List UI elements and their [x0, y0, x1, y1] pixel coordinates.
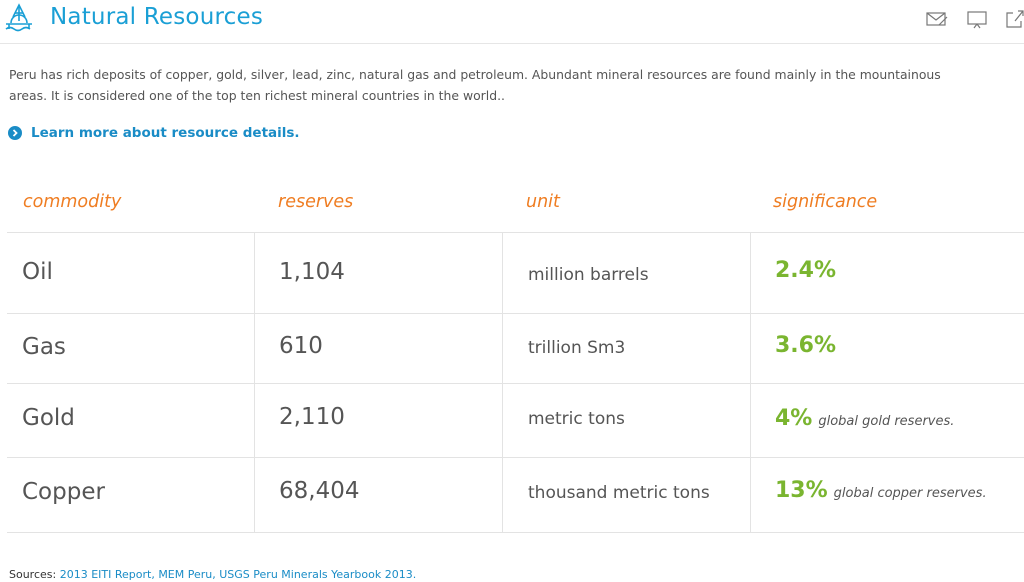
commodity-cell: Gas — [22, 334, 66, 360]
sources-link[interactable]: 2013 EITI Report, MEM Peru, USGS Peru Mi… — [60, 568, 417, 581]
significance-percent: 13% — [775, 478, 828, 503]
row-divider — [7, 383, 1024, 384]
column-header-significance: significance — [773, 192, 878, 212]
commodity-cell: Oil — [22, 259, 53, 285]
intro-paragraph: Peru has rich deposits of copper, gold, … — [9, 67, 941, 103]
significance-cell: 2.4% — [775, 258, 842, 283]
unit-cell: trillion Sm3 — [528, 338, 626, 358]
column-header-unit: unit — [526, 192, 560, 212]
significance-percent: 2.4% — [775, 258, 837, 283]
reserves-cell: 68,404 — [279, 478, 360, 504]
significance-note: global gold reserves. — [818, 414, 955, 429]
commodity-cell: Gold — [22, 405, 75, 431]
page-title: Natural Resources — [50, 4, 264, 30]
reserves-cell: 2,110 — [279, 404, 345, 430]
significance-cell: 3.6% — [775, 333, 842, 358]
row-divider — [7, 313, 1024, 314]
reserves-cell: 610 — [279, 333, 323, 359]
reserves-cell: 1,104 — [279, 259, 345, 285]
sources-label: Sources: — [9, 568, 57, 581]
mail-icon[interactable] — [925, 9, 949, 29]
unit-cell: metric tons — [528, 409, 625, 429]
column-header-commodity: commodity — [23, 192, 122, 212]
sources-line: Sources: 2013 EITI Report, MEM Peru, USG… — [9, 568, 416, 581]
significance-note: global copper reserves. — [833, 486, 987, 501]
chevron-right-icon — [8, 126, 22, 140]
significance-cell: 13% global copper reserves. — [775, 478, 987, 503]
unit-cell: thousand metric tons — [528, 483, 710, 503]
significance-percent: 3.6% — [775, 333, 837, 358]
significance-percent: 4% — [775, 406, 813, 431]
unit-cell: million barrels — [528, 265, 649, 285]
significance-cell: 4% global gold reserves. — [775, 406, 954, 431]
oil-rig-icon — [5, 3, 32, 32]
row-divider — [7, 457, 1024, 458]
learn-more-link[interactable]: Learn more about resource details. — [8, 125, 300, 141]
share-icon[interactable] — [1003, 9, 1024, 29]
column-header-reserves: reserves — [278, 192, 354, 212]
learn-more-label: Learn more about resource details. — [31, 125, 300, 141]
commodity-cell: Copper — [22, 479, 105, 505]
present-icon[interactable] — [966, 9, 990, 29]
header-bar: Natural Resources — [0, 0, 1024, 44]
